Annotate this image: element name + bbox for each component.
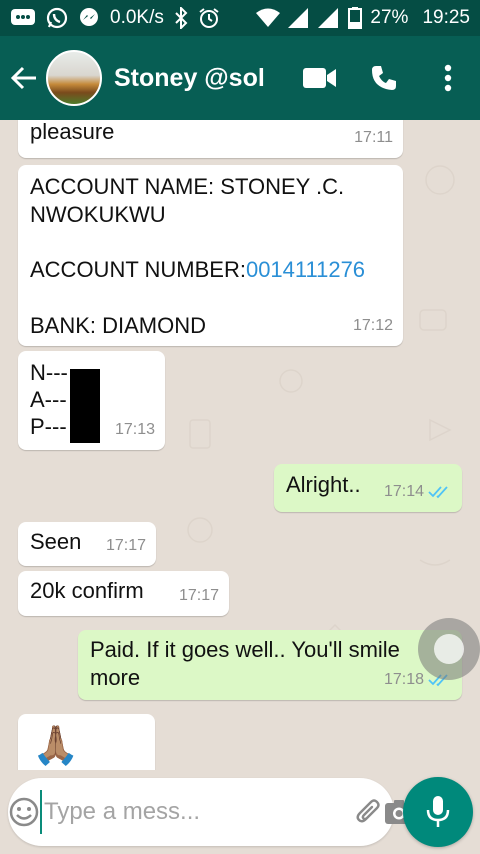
message-text: Seen — [30, 529, 82, 554]
video-camera-icon — [303, 68, 336, 88]
wifi-icon — [256, 8, 281, 28]
message-text: ACCOUNT NAME: STONEY .C. NWOKUKWU — [30, 174, 345, 227]
paperclip-icon — [356, 799, 380, 823]
message-time: 17:17 — [105, 537, 146, 554]
double-check-icon — [428, 486, 448, 499]
network-speed: 0.0K/s — [110, 7, 164, 28]
status-bar: 0.0K/s 27% 19:25 — [0, 0, 480, 36]
voice-call-button[interactable] — [352, 36, 416, 120]
voice-message-button[interactable] — [403, 777, 473, 847]
outgoing-message[interactable]: Paid. If it goes well.. You'll smile mor… — [78, 630, 462, 700]
overflow-menu-button[interactable] — [416, 36, 480, 120]
chat-header: Stoney @sol — [0, 36, 480, 120]
arrow-left-icon — [10, 66, 36, 90]
message-time: 17:17 — [178, 587, 219, 604]
outgoing-message[interactable]: Alright.. 17:14 — [274, 464, 462, 512]
message-time: 17:12 — [352, 317, 393, 334]
message-input[interactable] — [40, 790, 354, 834]
signal-icon — [318, 8, 340, 28]
alarm-icon — [198, 7, 220, 29]
message-meta: 17:14 — [384, 478, 452, 506]
incoming-message[interactable]: N--- A--- P--- 17:13 — [18, 351, 165, 450]
praying-hands-emoji: 🙏🏽 — [32, 725, 80, 767]
avatar[interactable] — [46, 50, 102, 106]
chat-notification-icon — [10, 8, 36, 28]
account-number-label: ACCOUNT NUMBER: — [30, 257, 246, 282]
contact-name[interactable]: Stoney @sol — [114, 64, 288, 93]
incoming-message[interactable]: Seen 17:17 — [18, 522, 156, 566]
bank-line: BANK: DIAMOND — [30, 313, 207, 338]
message-line: P--- — [30, 414, 67, 439]
message-text: 20k confirm — [30, 578, 144, 603]
message-line: A--- — [30, 387, 67, 412]
touch-indicator — [418, 618, 480, 680]
message-line: N--- — [30, 360, 68, 385]
attach-button[interactable] — [354, 778, 384, 846]
incoming-message[interactable]: pleasure 17:11 — [18, 120, 403, 158]
back-button[interactable] — [2, 36, 46, 120]
emoji-button[interactable] — [8, 778, 40, 846]
signal-icon — [288, 8, 310, 28]
message-text: Paid. If it goes well.. You'll smile mor… — [90, 637, 400, 690]
more-vert-icon — [444, 64, 452, 92]
battery-icon — [348, 7, 363, 29]
clock: 19:25 — [422, 7, 470, 28]
message-composer — [8, 778, 413, 846]
account-number-line: ACCOUNT NUMBER:0014111276 — [30, 256, 365, 284]
messenger-icon — [78, 7, 100, 29]
battery-percent: 27% — [370, 7, 409, 28]
message-text: Alright.. — [286, 472, 361, 497]
incoming-message[interactable]: ACCOUNT NAME: STONEY .C. NWOKUKWU ACCOUN… — [18, 165, 403, 346]
video-call-button[interactable] — [288, 36, 352, 120]
whatsapp-icon — [46, 7, 68, 29]
incoming-message[interactable]: 20k confirm 17:17 — [18, 571, 229, 616]
message-time: 17:14 — [383, 483, 424, 500]
account-number-link[interactable]: 0014111276 — [246, 257, 365, 282]
message-list[interactable]: pleasure 17:11 ACCOUNT NAME: STONEY .C. … — [0, 120, 480, 770]
incoming-message[interactable]: 🙏🏽 — [18, 714, 155, 770]
microphone-icon — [426, 796, 450, 827]
message-time: 17:11 — [354, 129, 393, 146]
redaction-block — [70, 369, 100, 443]
message-time: 17:13 — [114, 421, 155, 438]
message-time: 17:18 — [383, 671, 424, 688]
phone-icon — [372, 66, 396, 90]
message-text: pleasure — [30, 120, 115, 144]
smiley-icon — [9, 797, 39, 827]
bluetooth-icon — [174, 7, 188, 29]
